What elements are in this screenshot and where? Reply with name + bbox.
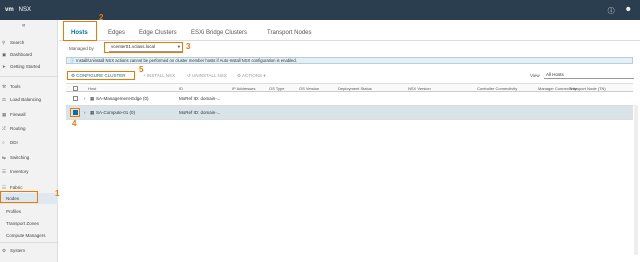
host-id: MoRef ID: domain-... — [179, 110, 221, 115]
main-content: Hosts Edges Edge Clusters ESXi Bridge Cl… — [59, 13, 640, 262]
callout-5: 5 — [139, 65, 144, 74]
install-nsx-button[interactable]: + INSTALL NSX — [143, 73, 175, 78]
inventory-icon: ☰ — [2, 168, 7, 174]
highlight-row-checkbox — [70, 108, 80, 117]
highlight-hosts-tab — [63, 21, 97, 41]
column-header[interactable]: NSX Version — [408, 86, 431, 91]
tab-edges[interactable]: Edges — [108, 26, 125, 40]
sidebar-item-label: System — [10, 248, 26, 253]
host-name: SA-Compute-01 (0) — [96, 110, 136, 115]
tab-edge-clusters[interactable]: Edge Clusters — [139, 26, 177, 40]
sidebar-item-label: Compute Managers — [6, 233, 46, 238]
actions-label: ACTIONS — [242, 73, 263, 78]
sidebar-item-transport-zones[interactable]: Transport Zones — [0, 218, 58, 229]
uninstall-nsx-label: UNINSTALL NSX — [192, 73, 227, 78]
banner-text: Install/Uninstall NSX actions cannot be … — [76, 58, 297, 63]
managed-by-label: Managed by — [69, 46, 94, 51]
sidebar-item-label: Transport Zones — [6, 221, 39, 226]
table-header: Host ID IP Addresses OS Type OS Version … — [66, 83, 633, 92]
expand-icon[interactable]: › — [84, 96, 86, 101]
column-header[interactable]: Transport Node (TN) — [569, 86, 606, 91]
sidebar-item-profiles[interactable]: Profiles — [0, 206, 58, 217]
sidebar-item-label: Load Balancing — [10, 97, 42, 102]
tools-icon: ⚒ — [2, 83, 7, 89]
row-checkbox[interactable] — [73, 96, 78, 101]
column-header[interactable]: IP Addresses — [232, 86, 256, 91]
column-header[interactable]: OS Version — [299, 86, 319, 91]
column-header[interactable]: OS Type — [269, 86, 285, 91]
top-bar: vm NSX ⓘ ☻ — [0, 0, 640, 20]
sidebar-item-firewall[interactable]: ▦ Firewall — [0, 109, 58, 120]
user-icon[interactable]: ☻ — [625, 6, 632, 16]
sidebar-item-system[interactable]: ⚙ System — [0, 245, 58, 256]
collapse-sidebar-icon[interactable]: « — [22, 23, 25, 29]
sidebar-item-label: Tools — [10, 84, 21, 89]
view-value: All Hosts — [546, 72, 564, 77]
callout-2: 2 — [99, 13, 104, 22]
system-icon: ⚙ — [2, 247, 7, 253]
view-select[interactable]: All Hosts — [544, 72, 634, 79]
switch-icon: ⇆ — [2, 154, 6, 160]
actions-menu-button[interactable]: ⚙ ACTIONS ▾ — [237, 73, 266, 79]
column-header[interactable]: ID — [179, 86, 183, 91]
sidebar-item-search[interactable]: ⚲ Search — [0, 37, 58, 48]
ddi-icon: ○ — [2, 140, 5, 145]
host-name: SA-Management-Edge (0) — [96, 96, 149, 101]
view-label: View — [530, 73, 540, 78]
sidebar-item-load-balancing[interactable]: ⚖ Load Balancing — [0, 94, 58, 105]
sidebar-item-tools[interactable]: ⚒ Tools — [0, 81, 58, 92]
sidebar-item-inventory[interactable]: ☰ Inventory — [0, 166, 58, 177]
sidebar-item-dashboard[interactable]: ▣ Dashboard — [0, 49, 58, 60]
host-id: MoRef ID: domain-... — [179, 96, 221, 101]
callout-4: 4 — [72, 119, 77, 128]
cluster-icon: ▦ — [90, 96, 95, 101]
install-nsx-label: INSTALL NSX — [146, 73, 176, 78]
routing-icon: ⤮ — [2, 126, 6, 131]
sidebar-item-ddi[interactable]: ○ DDI — [0, 137, 58, 148]
callout-3: 3 — [186, 42, 191, 51]
app-name: NSX — [18, 7, 32, 13]
sidebar-item-label: Fabric — [10, 185, 23, 190]
sidebar-item-label: DDI — [10, 140, 18, 145]
sidebar-item-getting-started[interactable]: ➤ Getting Started — [0, 61, 58, 72]
firewall-icon: ▦ — [2, 111, 7, 117]
tab-esxi-bridge-clusters[interactable]: ESXi Bridge Clusters — [191, 26, 247, 40]
highlight-configure-cluster — [67, 71, 135, 80]
sidebar-item-label: Search — [10, 40, 25, 45]
cluster-icon: ▦ — [90, 110, 95, 115]
sidebar-item-label: Profiles — [6, 209, 22, 214]
info-icon: ⓘ — [70, 57, 75, 63]
tab-transport-nodes[interactable]: Transport Nodes — [267, 26, 311, 40]
scrollbar[interactable] — [634, 105, 638, 255]
sidebar-item-label: Getting Started — [10, 64, 41, 69]
sidebar-item-compute-managers[interactable]: Compute Managers — [0, 230, 58, 241]
dashboard-icon: ▣ — [2, 51, 7, 57]
sidebar-item-label: Firewall — [10, 112, 26, 117]
expand-icon[interactable]: › — [84, 110, 86, 115]
search-icon: ⚲ — [2, 39, 6, 45]
fabric-icon: ☷ — [2, 184, 7, 190]
select-all-checkbox[interactable] — [73, 86, 78, 91]
sidebar-item-label: Routing — [10, 126, 26, 131]
rocket-icon: ➤ — [2, 63, 6, 69]
table-row[interactable]: › ▦ SA-Management-Edge (0) MoRef ID: dom… — [66, 92, 633, 106]
sidebar-item-switching[interactable]: ⇆ Switching — [0, 152, 58, 163]
highlight-managed-by — [104, 42, 183, 53]
sidebar-item-label: Switching — [10, 155, 30, 160]
vmware-logo: vm — [5, 7, 14, 13]
column-header[interactable]: Deployment Status — [338, 86, 372, 91]
sidebar-item-label: Dashboard — [10, 52, 33, 57]
sidebar-item-label: Inventory — [10, 169, 29, 174]
highlight-nodes — [0, 191, 38, 203]
sidebar-item-routing[interactable]: ⤮ Routing — [0, 123, 58, 134]
column-header[interactable]: Host — [88, 86, 96, 91]
sidebar: « ⚲ Search ▣ Dashboard ➤ Getting Started ⚒ T… — [0, 20, 58, 262]
column-header[interactable]: Controller Connectivity — [477, 86, 517, 91]
info-banner: ⓘ Install/Uninstall NSX actions cannot b… — [66, 57, 633, 64]
table-row[interactable]: › ▦ SA-Compute-01 (0) MoRef ID: domain-.… — [66, 106, 633, 120]
help-icon[interactable]: ⓘ — [608, 6, 615, 16]
balance-icon: ⚖ — [2, 96, 7, 102]
uninstall-nsx-button[interactable]: ↺ UNINSTALL NSX — [187, 73, 227, 79]
